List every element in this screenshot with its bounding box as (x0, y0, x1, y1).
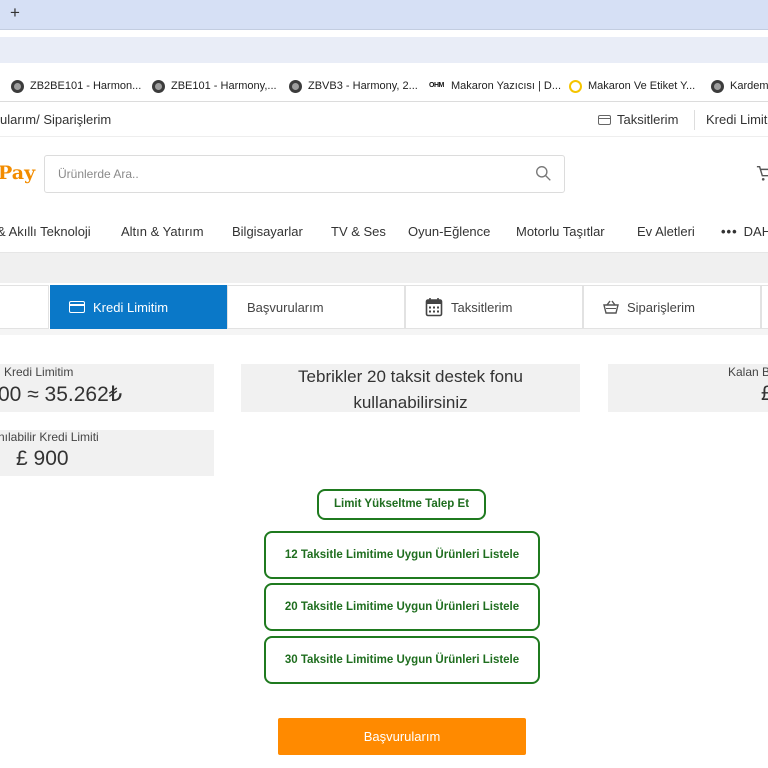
card-icon (598, 114, 611, 125)
credit-limit-value: 00 ≈ 35.262₺ (0, 383, 123, 406)
globe-icon (152, 79, 165, 93)
usable-limit-value: £ 900 (16, 447, 69, 470)
installments-link-label: Taksitlerim (617, 112, 679, 127)
search-input[interactable] (45, 156, 515, 192)
bookmark-item[interactable]: ZB2BE101 - Harmon... (11, 78, 141, 94)
tab-next[interactable] (761, 285, 768, 329)
category-item[interactable]: Bilgisayarlar (232, 224, 303, 239)
tab-orders[interactable]: Siparişlerim (583, 285, 761, 329)
section-band (0, 253, 768, 283)
more-categories-label: DAH (743, 224, 768, 239)
bookmark-label: Makaron Ve Etiket Y... (588, 80, 696, 92)
browser-address-bar (0, 30, 768, 70)
remaining-limit-box: Kalan B £ (608, 364, 768, 412)
credit-limit-link-label: Kredi Limit (706, 112, 768, 127)
applications-button[interactable]: Başvurularım (278, 718, 526, 755)
tab-installments[interactable]: Taksitlerim (405, 285, 583, 329)
search-icon[interactable] (535, 165, 552, 182)
more-categories-button[interactable]: ••• DAH (721, 224, 768, 239)
tab-applications-label: Başvurularım (247, 299, 324, 315)
usable-limit-box: nılabilir Kredi Limiti £ 900 (0, 430, 214, 476)
tab-underline (0, 329, 768, 335)
site-header: Pay (0, 137, 768, 211)
list-12-installments-button[interactable]: 12 Taksitle Limitime Uygun Ürünleri List… (264, 531, 540, 579)
category-item[interactable]: Ev Aletleri (637, 224, 695, 239)
tab-orders-label: Siparişlerim (627, 299, 695, 315)
bookmarks-bar: ZB2BE101 - Harmon... ZBE101 - Harmony,..… (0, 70, 768, 102)
bookmark-item[interactable]: ZBVB3 - Harmony, 2... (289, 78, 418, 94)
browser-tab-strip: + (0, 0, 768, 30)
list-20-installments-button[interactable]: 20 Taksitle Limitime Uygun Ürünleri List… (264, 583, 540, 631)
brand-logo-icon: OHM (429, 82, 444, 89)
category-item[interactable]: Oyun-Eğlence (408, 224, 490, 239)
bookmark-label: ZB2BE101 - Harmon... (30, 80, 142, 92)
usable-limit-label: nılabilir Kredi Limiti (0, 430, 99, 444)
remaining-limit-label: Kalan B (728, 365, 768, 379)
tab-previous[interactable] (0, 285, 49, 329)
credit-limit-label: Kredi Limitim (4, 365, 74, 379)
globe-icon (11, 79, 24, 93)
bookmark-label: Kardem (730, 80, 768, 92)
tab-credit-limit[interactable]: Kredi Limitim (50, 285, 227, 329)
credit-card-icon (69, 301, 85, 313)
bookmark-item[interactable]: Makaron Ve Etiket Y... (569, 78, 695, 94)
cart-icon[interactable] (756, 163, 768, 183)
more-dots-icon: ••• (721, 224, 738, 239)
category-nav: & Akıllı Teknoloji Altın & Yatırım Bilgi… (0, 211, 768, 253)
bookmark-label: Makaron Yazıcısı | D... (451, 80, 562, 92)
new-tab-button[interactable]: + (6, 2, 24, 24)
search-box (44, 155, 565, 193)
bookmark-label: ZBE101 - Harmony,... (171, 80, 277, 92)
limit-increase-button[interactable]: Limit Yükseltme Talep Et (317, 489, 486, 520)
calendar-icon (425, 298, 443, 317)
category-item[interactable]: Altın & Yatırım (121, 224, 204, 239)
globe-icon (289, 79, 302, 93)
list-30-installments-button[interactable]: 30 Taksitle Limitime Uygun Ürünleri List… (264, 636, 540, 684)
category-item[interactable]: TV & Ses (331, 224, 386, 239)
divider (694, 110, 695, 130)
breadcrumb[interactable]: ularım/ Siparişlerim (0, 112, 111, 127)
bookmark-label: ZBVB3 - Harmony, 2... (308, 80, 418, 92)
address-field[interactable] (0, 37, 768, 63)
credit-limit-link[interactable]: Kredi Limit (706, 112, 767, 127)
tab-credit-limit-label: Kredi Limitim (93, 299, 169, 315)
globe-icon (711, 79, 724, 93)
site-top-bar: ularım/ Siparişlerim Taksitlerim Kredi L… (0, 103, 768, 137)
credit-limit-box: Kredi Limitim 00 ≈ 35.262₺ (0, 364, 214, 412)
tab-applications[interactable]: Başvurularım (227, 285, 405, 329)
brand-logo[interactable]: Pay (0, 162, 35, 184)
ring-icon (569, 79, 582, 93)
bookmark-item[interactable]: Kardem (711, 78, 768, 94)
installments-link[interactable]: Taksitlerim (598, 112, 678, 127)
remaining-limit-value: £ (761, 382, 768, 405)
category-item[interactable]: Motorlu Taşıtlar (516, 224, 605, 239)
basket-icon (603, 300, 619, 314)
installment-message: Tebrikler 20 taksit destek fonu kullanab… (241, 364, 580, 412)
tab-installments-label: Taksitlerim (451, 299, 513, 315)
bookmark-item[interactable]: ZBE101 - Harmony,... (152, 78, 277, 94)
category-item[interactable]: & Akıllı Teknoloji (0, 224, 91, 239)
bookmark-item[interactable]: OHM Makaron Yazıcısı | D... (429, 78, 561, 94)
